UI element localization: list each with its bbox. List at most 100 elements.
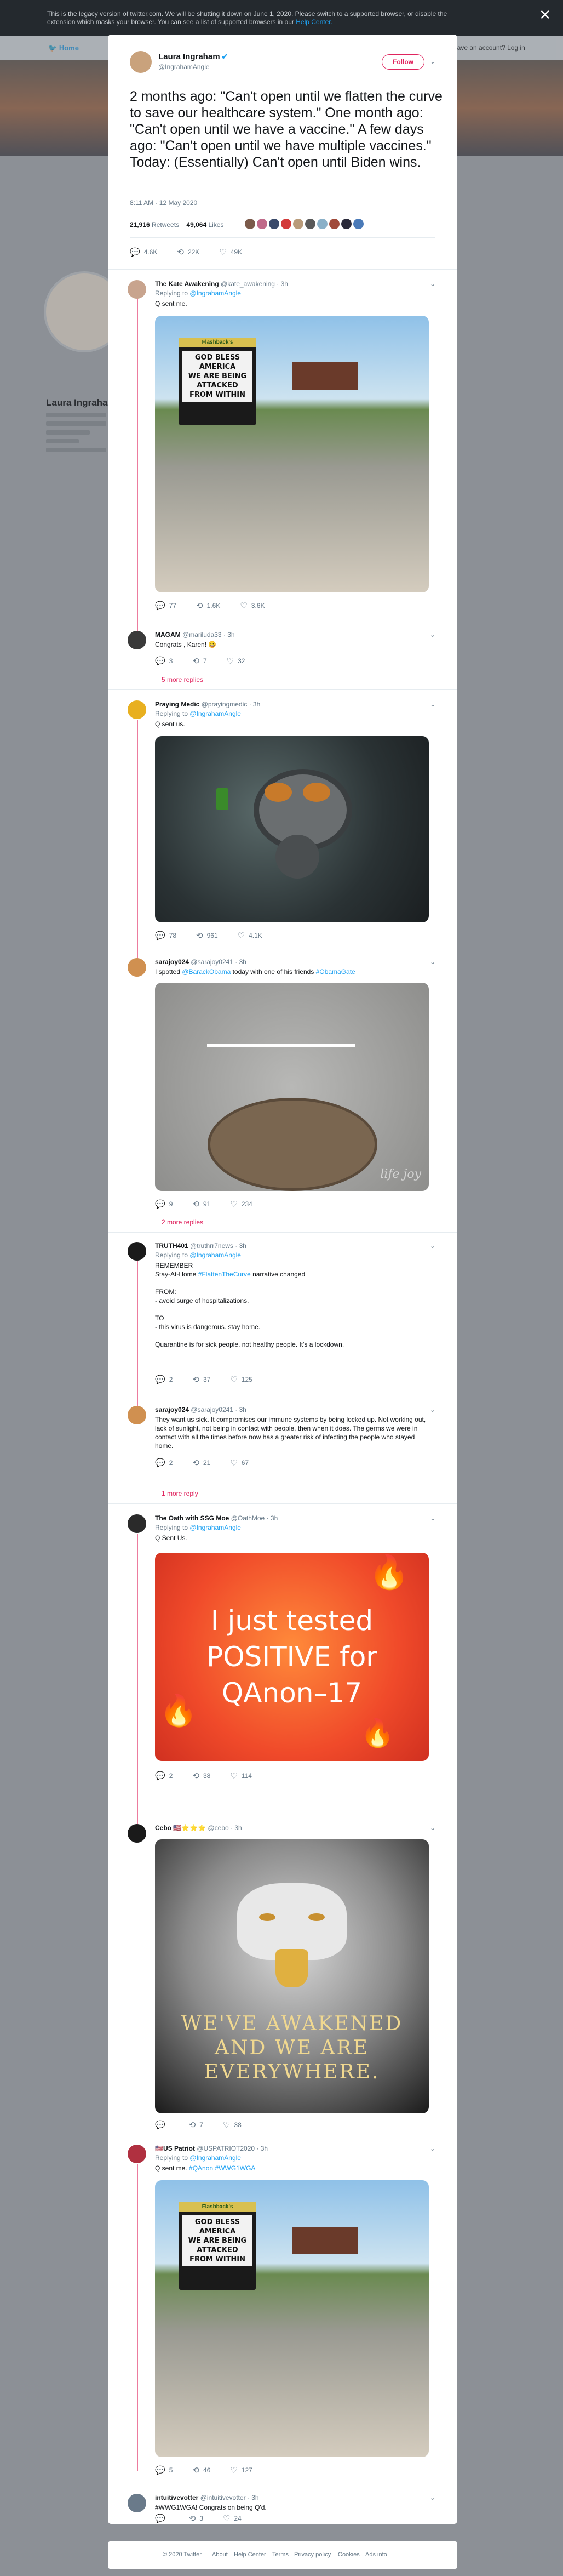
tweet-image[interactable]: Flashback's GOD BLESS AMERICA WE ARE BEI… <box>155 2180 429 2457</box>
chevron-down-icon[interactable]: ⌄ <box>430 1242 435 1250</box>
reply-author[interactable]: Praying Medic @prayingmedic · 3h <box>155 700 260 708</box>
close-icon[interactable]: ✕ <box>539 7 551 24</box>
retweet-button[interactable]: ⟲ 46 <box>192 2465 210 2475</box>
retweet-button[interactable]: ⟲ 3 <box>189 2514 203 2523</box>
retweet-stat[interactable]: 21,916 Retweets <box>130 221 179 229</box>
reply-author[interactable]: 🇺🇸US Patriot @USPATRIOT2020 · 3h <box>155 2145 268 2152</box>
avatar[interactable] <box>128 958 146 977</box>
retweet-button[interactable]: ⟲ 38 <box>192 1771 210 1781</box>
reply-author[interactable]: sarajoy024 @sarajoy0241 · 3h <box>155 1406 246 1414</box>
avatar[interactable] <box>128 1514 146 1533</box>
more-replies-link[interactable]: 5 more replies <box>162 676 203 683</box>
reply-button[interactable]: 💬 3 <box>155 656 173 666</box>
chevron-down-icon[interactable]: ⌄ <box>430 631 435 639</box>
retweet-button[interactable]: ⟲ 22K <box>177 247 199 257</box>
retweet-button[interactable]: ⟲ 91 <box>192 1199 210 1209</box>
tweet-image[interactable]: Flashback's GOD BLESS AMERICA WE ARE BEI… <box>155 316 429 592</box>
reply-author[interactable]: MAGAM @mariluda33 · 3h <box>155 631 235 639</box>
like-button[interactable]: ♡ 114 <box>230 1771 252 1781</box>
reply-button[interactable]: 💬 2 <box>155 1375 173 1384</box>
reply-button[interactable]: 💬 2 <box>155 1458 173 1468</box>
avatar[interactable] <box>130 51 152 73</box>
tweet-image[interactable]: WE'VE AWAKENED AND WE ARE EVERYWHERE. <box>155 1839 429 2113</box>
retweet-button[interactable]: ⟲ 961 <box>196 931 218 941</box>
retweet-button[interactable]: ⟲ 7 <box>189 2120 203 2130</box>
avatar[interactable] <box>281 219 291 229</box>
like-button[interactable]: ♡ 32 <box>227 656 245 666</box>
avatar[interactable] <box>128 631 146 649</box>
reply-button[interactable]: 💬 78 <box>155 931 176 941</box>
login-link[interactable]: Have an account? Log in <box>452 44 525 52</box>
avatar[interactable] <box>329 219 340 229</box>
follow-button[interactable]: Follow <box>382 54 424 70</box>
like-button[interactable]: ♡ 4.1K <box>238 931 262 941</box>
reply-button[interactable]: 💬 <box>155 2514 169 2523</box>
avatar[interactable] <box>305 219 315 229</box>
tweet-image[interactable]: I just tested POSITIVE for QAnon–17 🔥 🔥 … <box>155 1553 429 1761</box>
avatar[interactable] <box>128 1242 146 1261</box>
avatar[interactable] <box>128 2145 146 2163</box>
retweet-button[interactable]: ⟲ 37 <box>192 1375 210 1384</box>
avatar[interactable] <box>245 219 255 229</box>
author-name[interactable]: Laura Ingraham ✔ <box>158 52 228 61</box>
like-button[interactable]: ♡ 24 <box>223 2514 242 2523</box>
reply-button[interactable]: 💬 77 <box>155 601 176 611</box>
chevron-down-icon[interactable]: ⌄ <box>430 58 435 65</box>
reply-button[interactable]: 💬 4.6K <box>130 247 157 257</box>
reply-author[interactable]: Cebo 🇺🇸⭐⭐⭐ @cebo · 3h <box>155 1824 242 1832</box>
avatar[interactable] <box>128 2494 146 2512</box>
reply-author[interactable]: sarajoy024 @sarajoy0241 · 3h <box>155 958 246 966</box>
reply-author[interactable]: The Kate Awakening @kate_awakening · 3h <box>155 280 288 288</box>
retweet-button[interactable]: ⟲ 1.6K <box>196 601 220 611</box>
like-button[interactable]: ♡ 67 <box>230 1458 249 1468</box>
more-replies-link[interactable]: 1 more reply <box>162 1490 198 1497</box>
reply-button[interactable]: 💬 5 <box>155 2465 173 2475</box>
avatar[interactable] <box>293 219 303 229</box>
chevron-down-icon[interactable]: ⌄ <box>430 700 435 708</box>
avatar[interactable] <box>317 219 328 229</box>
tweet-timestamp[interactable]: 8:11 AM - 12 May 2020 <box>130 199 197 207</box>
avatar[interactable] <box>341 219 352 229</box>
chevron-down-icon[interactable]: ⌄ <box>430 958 435 966</box>
footer-link[interactable]: Terms <box>272 2551 289 2558</box>
footer-link[interactable]: About <box>212 2551 228 2558</box>
chevron-down-icon[interactable]: ⌄ <box>430 2145 435 2152</box>
footer-link[interactable]: Help Center <box>234 2551 266 2558</box>
chevron-down-icon[interactable]: ⌄ <box>430 1514 435 1522</box>
reply-author[interactable]: TRUTH401 @truthrr7news · 3h <box>155 1242 246 1250</box>
chevron-down-icon[interactable]: ⌄ <box>430 1406 435 1414</box>
like-button[interactable]: ♡ 127 <box>230 2465 252 2475</box>
reply-author[interactable]: The Oath with SSG Moe @OathMoe · 3h <box>155 1514 278 1522</box>
chevron-down-icon[interactable]: ⌄ <box>430 2494 435 2501</box>
reply-button[interactable]: 💬 <box>155 2120 169 2130</box>
avatar[interactable] <box>257 219 267 229</box>
more-replies-link[interactable]: 2 more replies <box>162 1218 203 1226</box>
author-handle[interactable]: @IngrahamAngle <box>158 63 210 71</box>
like-button[interactable]: ♡ 3.6K <box>240 601 265 611</box>
like-button[interactable]: ♡ 234 <box>230 1199 252 1209</box>
avatar[interactable] <box>128 700 146 719</box>
nav-home[interactable]: 🐦 Home <box>48 44 79 53</box>
avatar[interactable] <box>269 219 279 229</box>
footer-link[interactable]: Cookies <box>338 2551 360 2558</box>
reply-author[interactable]: intuitivevotter @intuitivevotter · 3h <box>155 2494 259 2501</box>
like-stat[interactable]: 49,064 Likes <box>186 221 223 229</box>
like-button[interactable]: ♡ 49K <box>219 247 242 257</box>
avatar[interactable] <box>128 1824 146 1843</box>
avatar[interactable] <box>353 219 364 229</box>
retweet-button[interactable]: ⟲ 21 <box>192 1458 210 1468</box>
like-button[interactable]: ♡ 125 <box>230 1375 252 1384</box>
reply-button[interactable]: 💬 2 <box>155 1771 173 1781</box>
footer-link[interactable]: Ads info <box>365 2551 387 2558</box>
footer-link[interactable]: Privacy policy <box>294 2551 331 2558</box>
retweet-button[interactable]: ⟲ 7 <box>192 656 206 666</box>
tweet-image[interactable] <box>155 736 429 922</box>
avatar[interactable] <box>128 1406 146 1424</box>
tweet-image[interactable]: life joy <box>155 983 429 1191</box>
like-button[interactable]: ♡ 38 <box>223 2120 242 2130</box>
chevron-down-icon[interactable]: ⌄ <box>430 280 435 288</box>
reply-button[interactable]: 💬 9 <box>155 1199 173 1209</box>
avatar[interactable] <box>128 280 146 299</box>
help-center-link[interactable]: Help Center. <box>296 18 332 26</box>
chevron-down-icon[interactable]: ⌄ <box>430 1824 435 1832</box>
